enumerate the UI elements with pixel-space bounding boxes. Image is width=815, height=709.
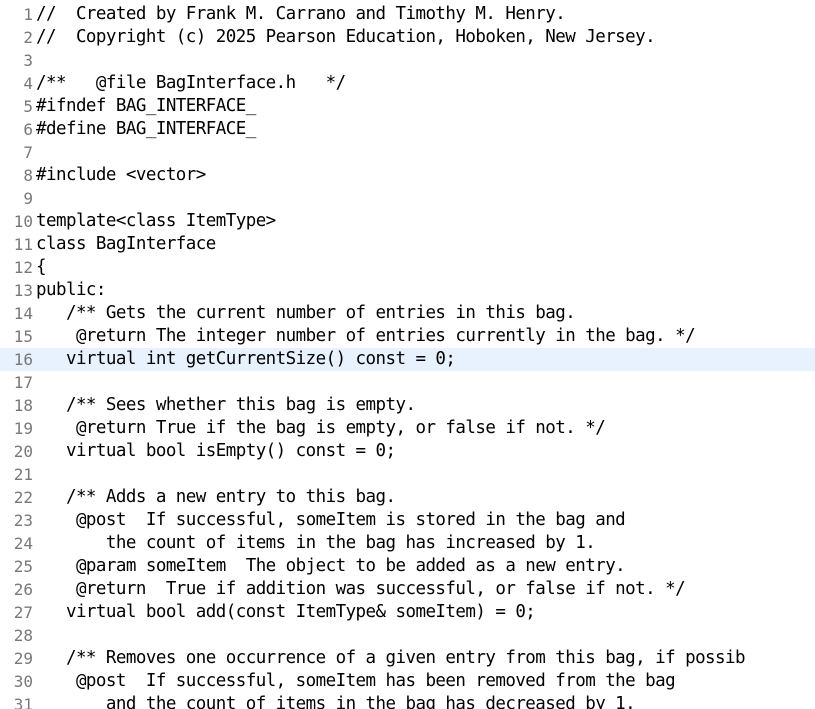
code-line[interactable]: 4/** @file BagInterface.h */ xyxy=(0,72,815,95)
code-text[interactable]: @return The integer number of entries cu… xyxy=(36,325,696,348)
code-text[interactable]: @param someItem The object to be added a… xyxy=(36,555,626,578)
line-number: 21 xyxy=(13,465,33,484)
code-text[interactable]: @post If successful, someItem has been r… xyxy=(36,670,676,693)
code-line[interactable]: 22 /** Adds a new entry to this bag. xyxy=(0,486,815,509)
code-text[interactable]: // Created by Frank M. Carrano and Timot… xyxy=(36,3,566,26)
code-line[interactable]: 7 xyxy=(0,141,815,164)
code-text[interactable]: /** Sees whether this bag is empty. xyxy=(36,394,416,417)
code-line[interactable]: 20 virtual bool isEmpty() const = 0; xyxy=(0,440,815,463)
code-line[interactable]: 28 xyxy=(0,624,815,647)
code-text[interactable]: #define BAG_INTERFACE_ xyxy=(36,118,256,141)
code-text[interactable]: @return True if the bag is empty, or fal… xyxy=(36,417,606,440)
code-line[interactable]: 30 @post If successful, someItem has bee… xyxy=(0,670,815,693)
line-number: 23 xyxy=(13,511,33,530)
line-number: 25 xyxy=(13,557,33,576)
line-number: 18 xyxy=(13,396,33,415)
line-number: 7 xyxy=(23,143,33,162)
line-number: 10 xyxy=(13,212,33,231)
code-line[interactable]: 24 the count of items in the bag has inc… xyxy=(0,532,815,555)
code-line[interactable]: 17 xyxy=(0,371,815,394)
line-number: 22 xyxy=(13,488,33,507)
code-text[interactable]: virtual int getCurrentSize() const = 0; xyxy=(36,348,456,371)
code-line[interactable]: 13 public: xyxy=(0,279,815,302)
line-number: 3 xyxy=(23,51,33,70)
code-text[interactable]: /** @file BagInterface.h */ xyxy=(36,72,346,95)
line-number: 19 xyxy=(13,419,33,438)
code-line[interactable]: 23 @post If successful, someItem is stor… xyxy=(0,509,815,532)
line-number: 4 xyxy=(23,74,33,93)
code-text[interactable]: /** Adds a new entry to this bag. xyxy=(36,486,396,509)
line-number: 9 xyxy=(23,189,33,208)
code-line[interactable]: 9 xyxy=(0,187,815,210)
line-number: 12 xyxy=(13,258,33,277)
code-line[interactable]: 18 /** Sees whether this bag is empty. xyxy=(0,394,815,417)
line-number: 6 xyxy=(23,120,33,139)
code-text[interactable]: and the count of items in the bag has de… xyxy=(36,693,636,709)
line-number: 20 xyxy=(13,442,33,461)
code-line[interactable]: 31 and the count of items in the bag has… xyxy=(0,693,815,709)
line-number: 8 xyxy=(23,166,33,185)
code-text[interactable]: /** Gets the current number of entries i… xyxy=(36,302,576,325)
line-number: 24 xyxy=(13,534,33,553)
code-text[interactable]: @post If successful, someItem is stored … xyxy=(36,509,626,532)
code-text[interactable]: @return True if addition was successful,… xyxy=(36,578,686,601)
line-number: 26 xyxy=(13,580,33,599)
code-line[interactable]: 8 #include <vector> xyxy=(0,164,815,187)
line-number: 27 xyxy=(13,603,33,622)
code-line[interactable]: 26 @return True if addition was successf… xyxy=(0,578,815,601)
code-line[interactable]: 16 virtual int getCurrentSize() const = … xyxy=(0,348,815,371)
code-text[interactable]: class BagInterface xyxy=(36,233,216,256)
line-number: 13 xyxy=(13,281,33,300)
line-number: 2 xyxy=(23,28,33,47)
line-number: 30 xyxy=(13,672,33,691)
code-line[interactable]: 1// Created by Frank M. Carrano and Timo… xyxy=(0,3,815,26)
code-text[interactable]: #ifndef BAG_INTERFACE_ xyxy=(36,95,256,118)
code-line[interactable]: 12{ xyxy=(0,256,815,279)
code-line[interactable]: 15 @return The integer number of entries… xyxy=(0,325,815,348)
line-number: 29 xyxy=(13,649,33,668)
code-text[interactable]: // Copyright (c) 2025 Pearson Education,… xyxy=(36,26,656,49)
code-line[interactable]: 6 #define BAG_INTERFACE_ xyxy=(0,118,815,141)
code-line[interactable]: 19 @return True if the bag is empty, or … xyxy=(0,417,815,440)
code-text[interactable]: { xyxy=(36,256,47,279)
code-editor[interactable]: 1// Created by Frank M. Carrano and Timo… xyxy=(0,3,815,709)
line-number: 17 xyxy=(13,373,33,392)
code-text[interactable]: /** Removes one occurrence of a given en… xyxy=(36,647,746,670)
code-line[interactable]: 25 @param someItem The object to be adde… xyxy=(0,555,815,578)
code-line[interactable]: 11 class BagInterface xyxy=(0,233,815,256)
line-number: 28 xyxy=(13,626,33,645)
code-text[interactable]: public: xyxy=(36,279,106,302)
line-number: 1 xyxy=(23,5,33,24)
line-number: 5 xyxy=(23,97,33,116)
code-text[interactable]: virtual bool isEmpty() const = 0; xyxy=(36,440,396,463)
code-text[interactable]: template<class ItemType> xyxy=(36,210,276,233)
code-line[interactable]: 14 /** Gets the current number of entrie… xyxy=(0,302,815,325)
line-number: 15 xyxy=(13,327,33,346)
line-number: 16 xyxy=(13,350,33,369)
code-text[interactable]: the count of items in the bag has increa… xyxy=(36,532,596,555)
code-line[interactable]: 27 virtual bool add(const ItemType& some… xyxy=(0,601,815,624)
line-number: 11 xyxy=(13,235,33,254)
code-line[interactable]: 2// Copyright (c) 2025 Pearson Education… xyxy=(0,26,815,49)
line-number: 31 xyxy=(13,695,33,709)
code-text[interactable]: #include <vector> xyxy=(36,164,206,187)
code-line[interactable]: 29 /** Removes one occurrence of a given… xyxy=(0,647,815,670)
line-number: 14 xyxy=(13,304,33,323)
code-line[interactable]: 5 #ifndef BAG_INTERFACE_ xyxy=(0,95,815,118)
code-text[interactable]: virtual bool add(const ItemType& someIte… xyxy=(36,601,536,624)
code-line[interactable]: 10 template<class ItemType> xyxy=(0,210,815,233)
code-line[interactable]: 21 xyxy=(0,463,815,486)
code-line[interactable]: 3 xyxy=(0,49,815,72)
